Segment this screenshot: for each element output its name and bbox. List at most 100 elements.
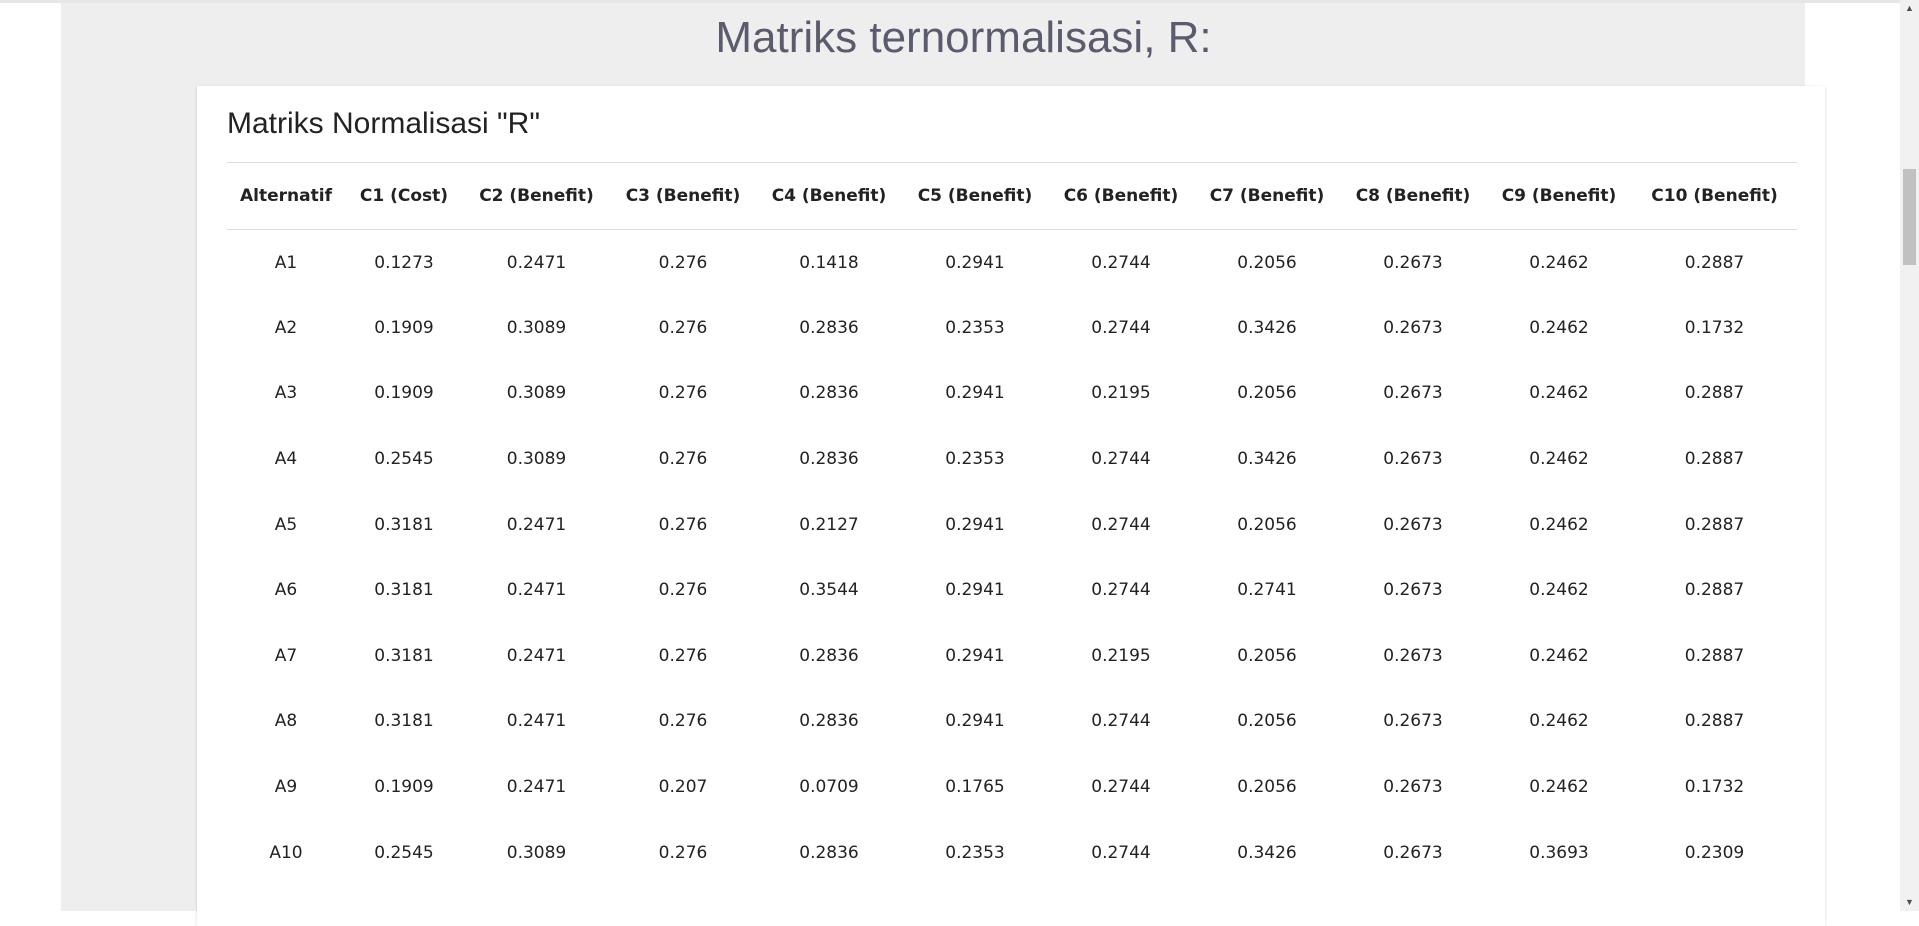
value-cell: 0.2744: [1091, 514, 1151, 535]
content-area: Matriks ternormalisasi, R: Matriks Norma…: [61, 3, 1825, 926]
column-header: C5 (Benefit): [917, 186, 1033, 206]
value-cell: 0.2836: [799, 449, 859, 470]
value-cell: 0.2471: [506, 777, 567, 798]
value-cell: 0.2471: [506, 580, 567, 601]
value-cell: 0.276: [658, 317, 708, 338]
value-cell: 0.2941: [945, 580, 1005, 601]
value-cell: 0.3181: [374, 580, 434, 601]
value-cell: 0.2673: [1383, 383, 1443, 404]
value-cell: 0.3089: [506, 842, 567, 863]
value-cell: 0.276: [658, 514, 708, 535]
value-cell: 0.3089: [506, 383, 567, 404]
value-cell: 0.276: [658, 252, 708, 273]
alternative-cell: A6: [274, 580, 298, 601]
value-cell: 0.3089: [506, 317, 567, 338]
value-cell: 0.2836: [799, 645, 859, 666]
value-cell: 0.2195: [1091, 383, 1151, 404]
value-cell: 0.2462: [1529, 777, 1589, 798]
value-cell: 0.1732: [1684, 317, 1745, 338]
table-row: A10 0.2545 0.3089 0.276 0.2836 0.2353 0.…: [227, 820, 1797, 886]
value-cell: 0.2462: [1529, 580, 1589, 601]
value-cell: 0.276: [658, 383, 708, 404]
value-cell: 0.2836: [799, 317, 859, 338]
value-cell: 0.276: [658, 580, 708, 601]
value-cell: 0.2462: [1529, 645, 1589, 666]
scroll-up-arrow-icon[interactable]: ▲: [1900, 0, 1919, 17]
value-cell: 0.2744: [1091, 777, 1151, 798]
alternative-cell: A3: [274, 383, 298, 404]
value-cell: 0.2462: [1529, 514, 1589, 535]
value-cell: 0.2941: [945, 383, 1005, 404]
value-cell: 0.3181: [374, 711, 434, 732]
table-row: A9 0.1909 0.2471 0.207 0.0709 0.1765 0.2…: [227, 754, 1797, 820]
alternative-cell: A4: [274, 449, 298, 470]
value-cell: 0.2545: [374, 449, 434, 470]
table-row: A6 0.3181 0.2471 0.276 0.3544 0.2941 0.2…: [227, 557, 1797, 623]
value-cell: 0.2673: [1383, 842, 1443, 863]
column-header: Alternatif: [240, 186, 332, 206]
value-cell: 0.2744: [1091, 317, 1151, 338]
column-header: C8 (Benefit): [1355, 186, 1471, 206]
value-cell: 0.2887: [1684, 580, 1745, 601]
column-header: C1 (Cost): [359, 186, 449, 206]
alternative-cell: A9: [274, 777, 298, 798]
value-cell: 0.2471: [506, 711, 567, 732]
value-cell: 0.1909: [374, 383, 434, 404]
value-cell: 0.2744: [1091, 842, 1151, 863]
value-cell: 0.1765: [945, 777, 1005, 798]
value-cell: 0.2471: [506, 514, 567, 535]
card-title: Matriks Normalisasi "R": [227, 107, 540, 140]
value-cell: 0.2941: [945, 514, 1005, 535]
alternative-cell: A5: [274, 514, 298, 535]
scroll-thumb[interactable]: [1903, 169, 1916, 265]
value-cell: 0.2056: [1237, 711, 1297, 732]
value-cell: 0.276: [658, 449, 708, 470]
alternative-cell: A10: [269, 842, 303, 863]
value-cell: 0.2673: [1383, 449, 1443, 470]
value-cell: 0.2941: [945, 252, 1005, 273]
value-cell: 0.1732: [1684, 777, 1745, 798]
table-row: A5 0.3181 0.2471 0.276 0.2127 0.2941 0.2…: [227, 492, 1797, 558]
table-row: A2 0.1909 0.3089 0.276 0.2836 0.2353 0.2…: [227, 295, 1797, 361]
value-cell: 0.2309: [1684, 842, 1745, 863]
left-gutter: [0, 3, 61, 911]
value-cell: 0.2744: [1091, 252, 1151, 273]
value-cell: 0.2462: [1529, 449, 1589, 470]
value-cell: 0.2673: [1383, 645, 1443, 666]
matrix-card: Matriks Normalisasi "R" Alternatif C1 (C…: [197, 86, 1825, 926]
value-cell: 0.0709: [799, 777, 859, 798]
value-cell: 0.2673: [1383, 580, 1443, 601]
value-cell: 0.2462: [1529, 317, 1589, 338]
value-cell: 0.276: [658, 645, 708, 666]
value-cell: 0.2056: [1237, 514, 1297, 535]
value-cell: 0.2673: [1383, 711, 1443, 732]
value-cell: 0.3426: [1237, 842, 1297, 863]
column-header: C9 (Benefit): [1501, 186, 1617, 206]
value-cell: 0.2887: [1684, 252, 1745, 273]
value-cell: 0.3544: [799, 580, 859, 601]
value-cell: 0.2353: [945, 317, 1005, 338]
value-cell: 0.2462: [1529, 711, 1589, 732]
table-row: A1 0.1273 0.2471 0.276 0.1418 0.2941 0.2…: [227, 230, 1797, 296]
value-cell: 0.2887: [1684, 514, 1745, 535]
table-row: A8 0.3181 0.2471 0.276 0.2836 0.2941 0.2…: [227, 689, 1797, 755]
value-cell: 0.3181: [374, 514, 434, 535]
value-cell: 0.2836: [799, 711, 859, 732]
value-cell: 0.3693: [1529, 842, 1589, 863]
value-cell: 0.2471: [506, 645, 567, 666]
value-cell: 0.276: [658, 842, 708, 863]
value-cell: 0.2056: [1237, 645, 1297, 666]
page-heading: Matriks ternormalisasi, R:: [715, 13, 1212, 62]
column-header: C2 (Benefit): [479, 186, 594, 206]
column-header: C6 (Benefit): [1063, 186, 1179, 206]
scroll-down-arrow-icon[interactable]: ▼: [1900, 894, 1919, 911]
alternative-cell: A7: [274, 645, 298, 666]
value-cell: 0.2941: [945, 645, 1005, 666]
table-row: A3 0.1909 0.3089 0.276 0.2836 0.2941 0.2…: [227, 361, 1797, 427]
value-cell: 0.2744: [1091, 711, 1151, 732]
value-cell: 0.2673: [1383, 514, 1443, 535]
value-cell: 0.276: [658, 711, 708, 732]
alternative-cell: A1: [274, 252, 298, 273]
vertical-scrollbar[interactable]: ▲ ▼: [1900, 0, 1919, 911]
value-cell: 0.2673: [1383, 252, 1443, 273]
